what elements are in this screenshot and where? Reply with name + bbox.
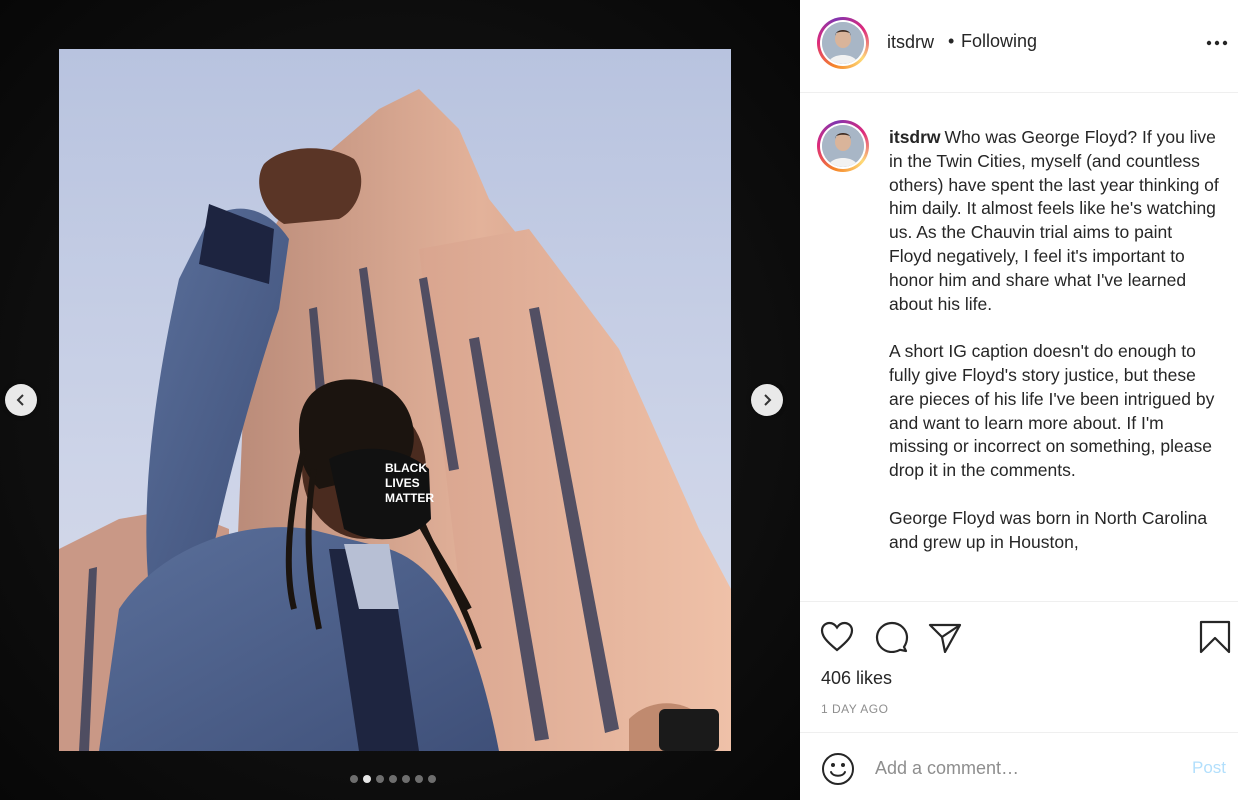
instagram-post-viewer: BLACK LIVES MATTER itsdrw • Following it… bbox=[0, 0, 1238, 800]
share-icon[interactable] bbox=[928, 621, 962, 653]
author-username[interactable]: itsdrw bbox=[887, 32, 934, 53]
caption-text: itsdrw Who was George Floyd? If you live … bbox=[889, 126, 1219, 578]
post-header: itsdrw • Following bbox=[800, 0, 1238, 93]
author-avatar[interactable] bbox=[817, 17, 869, 69]
header-separator: • bbox=[948, 31, 955, 51]
comment-icon[interactable] bbox=[875, 621, 909, 653]
caption-avatar[interactable] bbox=[817, 120, 869, 172]
carousel-dot bbox=[376, 775, 384, 783]
chevron-left-icon bbox=[16, 394, 24, 406]
caption-username[interactable]: itsdrw bbox=[889, 127, 941, 147]
more-options-icon[interactable] bbox=[1205, 36, 1229, 50]
caption-scroll-area[interactable]: itsdrw Who was George Floyd? If you live … bbox=[800, 93, 1238, 601]
post-photo[interactable]: BLACK LIVES MATTER bbox=[59, 49, 731, 751]
likes-count[interactable]: 406 likes bbox=[821, 668, 892, 689]
post-timestamp[interactable]: 1 DAY AGO bbox=[821, 702, 888, 716]
caption-paragraph-2: A short IG caption doesn't do enough to … bbox=[889, 341, 1215, 481]
mask-text-line-2: LIVES bbox=[385, 476, 420, 490]
carousel-dot bbox=[350, 775, 358, 783]
following-button[interactable]: Following bbox=[961, 31, 1037, 52]
emoji-icon[interactable] bbox=[821, 752, 855, 786]
media-pane: BLACK LIVES MATTER bbox=[0, 0, 800, 800]
avatar-photo bbox=[822, 22, 864, 64]
caption-paragraph: itsdrw Who was George Floyd? If you live … bbox=[889, 126, 1219, 316]
bookmark-icon[interactable] bbox=[1199, 620, 1231, 654]
next-slide-button[interactable] bbox=[751, 384, 783, 416]
comment-bar: Post bbox=[800, 732, 1238, 800]
heart-icon[interactable] bbox=[820, 621, 854, 653]
carousel-dot bbox=[428, 775, 436, 783]
chevron-right-icon bbox=[764, 394, 772, 406]
caption-paragraph-1-text: Who was George Floyd? If you live in the… bbox=[889, 127, 1219, 314]
protest-photo-illustration: BLACK LIVES MATTER bbox=[59, 49, 731, 751]
post-actions: 406 likes 1 DAY AGO bbox=[800, 601, 1238, 731]
post-comment-button[interactable]: Post bbox=[1192, 758, 1226, 778]
mask-text-line-3: MATTER bbox=[385, 491, 434, 505]
comment-input[interactable] bbox=[875, 755, 1175, 781]
previous-slide-button[interactable] bbox=[5, 384, 37, 416]
carousel-dot bbox=[415, 775, 423, 783]
mask-text-line-1: BLACK bbox=[385, 461, 427, 475]
carousel-indicator bbox=[350, 775, 436, 783]
avatar-photo bbox=[822, 125, 864, 167]
caption-paragraph-3: George Floyd was born in North Carolina … bbox=[889, 507, 1208, 552]
carousel-dot bbox=[402, 775, 410, 783]
carousel-dot bbox=[363, 775, 371, 783]
carousel-dot bbox=[389, 775, 397, 783]
post-sidebar: itsdrw • Following itsdrw Who was George… bbox=[800, 0, 1238, 800]
